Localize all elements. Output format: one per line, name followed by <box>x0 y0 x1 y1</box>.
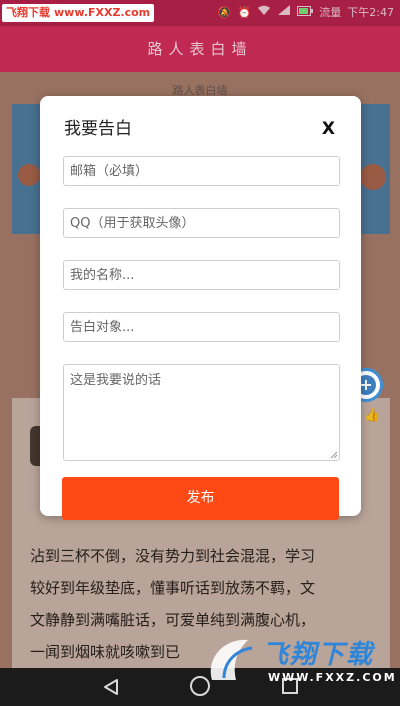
watermark-logo-text: 飞翔下载 <box>262 640 375 670</box>
alarm-icon: ⏰ <box>237 6 252 19</box>
status-icons: 🔕 ⏰ 流量 下午2:47 <box>218 4 394 22</box>
wifi-icon <box>257 4 271 22</box>
clock: 下午2:47 <box>347 6 394 19</box>
dialog-title: 我要告白 <box>64 119 132 139</box>
watermark-url: www.FXXZ.com <box>54 6 151 19</box>
watermark-logo-url: WWW.FXXZ.COM <box>268 671 397 684</box>
signal-icon <box>277 4 291 22</box>
battery-icon <box>297 4 314 22</box>
watermark-text: 飞翔下载 <box>6 6 50 19</box>
watermark-badge: 飞翔下载 www.FXXZ.com <box>2 4 155 22</box>
back-icon[interactable] <box>102 678 120 696</box>
qq-field[interactable] <box>63 208 340 238</box>
message-textarea[interactable] <box>63 364 340 461</box>
email-field[interactable] <box>63 156 340 186</box>
confession-dialog: 我要告白 X 发布 <box>40 96 361 520</box>
close-button[interactable]: X <box>322 118 335 140</box>
mute-icon: 🔕 <box>217 6 232 19</box>
app-title: 路人表白墙 <box>147 40 253 58</box>
publish-button[interactable]: 发布 <box>62 477 339 520</box>
target-field[interactable] <box>63 312 340 342</box>
nickname-field[interactable] <box>63 260 340 290</box>
resize-grip-icon[interactable] <box>330 451 338 459</box>
network-label: 流量 <box>319 6 342 19</box>
